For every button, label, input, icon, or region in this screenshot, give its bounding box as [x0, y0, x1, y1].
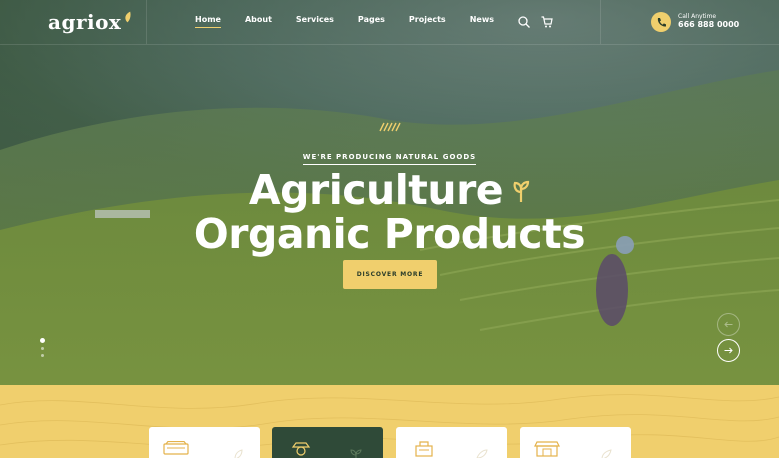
hero-content: WE'RE PRODUCING NATURAL GOODS Agricultur…	[0, 122, 779, 257]
hero-title-line1: Agriculture	[248, 166, 504, 214]
cart-icon[interactable]	[540, 15, 554, 29]
leaf-icon	[234, 449, 243, 458]
arrow-left-icon[interactable]	[717, 313, 740, 336]
brand-logo[interactable]: agriox	[48, 10, 132, 34]
arrow-right-icon[interactable]	[717, 339, 740, 362]
sprout-icon	[350, 449, 362, 458]
nav-about[interactable]: About	[245, 15, 272, 24]
slider-dot[interactable]	[41, 354, 44, 357]
leaf-icon	[476, 449, 488, 458]
service-card[interactable]	[149, 427, 260, 458]
slider-dot-active[interactable]	[40, 338, 45, 343]
phone-icon	[651, 12, 671, 32]
slider-dot[interactable]	[41, 347, 44, 350]
wheat-icon	[378, 122, 401, 132]
discover-more-button[interactable]: DISCOVER MORE	[343, 260, 437, 289]
brand-name: agriox	[48, 10, 122, 34]
main-nav: Home About Services Pages Projects News	[195, 15, 494, 28]
nav-home[interactable]: Home	[195, 15, 221, 28]
nav-pages[interactable]: Pages	[358, 15, 385, 24]
nav-services[interactable]: Services	[296, 15, 334, 24]
call-anytime[interactable]: Call Anytime 666 888 0000	[651, 12, 739, 32]
site-header: agriox Home About Services Pages Project…	[0, 0, 779, 45]
sprout-icon	[513, 180, 530, 202]
phone-number: 666 888 0000	[678, 19, 740, 29]
hero-section: agriox Home About Services Pages Project…	[0, 0, 779, 385]
service-card[interactable]	[396, 427, 507, 458]
topography-pattern	[0, 394, 779, 448]
hero-title-line2: Organic Products	[193, 209, 586, 258]
hero-title: Agriculture Organic Products	[0, 166, 779, 258]
market-icon	[534, 441, 560, 457]
nav-news[interactable]: News	[470, 15, 494, 24]
leaf-icon	[601, 449, 612, 458]
service-card[interactable]	[520, 427, 631, 458]
vegetables-icon	[415, 441, 433, 457]
leaf-icon	[125, 11, 131, 23]
hero-tagline: WE'RE PRODUCING NATURAL GOODS	[302, 153, 477, 165]
slider-dots	[40, 338, 45, 357]
farmer-icon	[291, 442, 311, 456]
nav-projects[interactable]: Projects	[409, 15, 446, 24]
tractor-icon	[163, 441, 189, 455]
services-strip	[0, 385, 779, 458]
header-divider	[146, 0, 147, 44]
service-card-active[interactable]	[272, 427, 383, 458]
search-icon[interactable]	[517, 15, 531, 29]
header-divider	[600, 0, 601, 44]
